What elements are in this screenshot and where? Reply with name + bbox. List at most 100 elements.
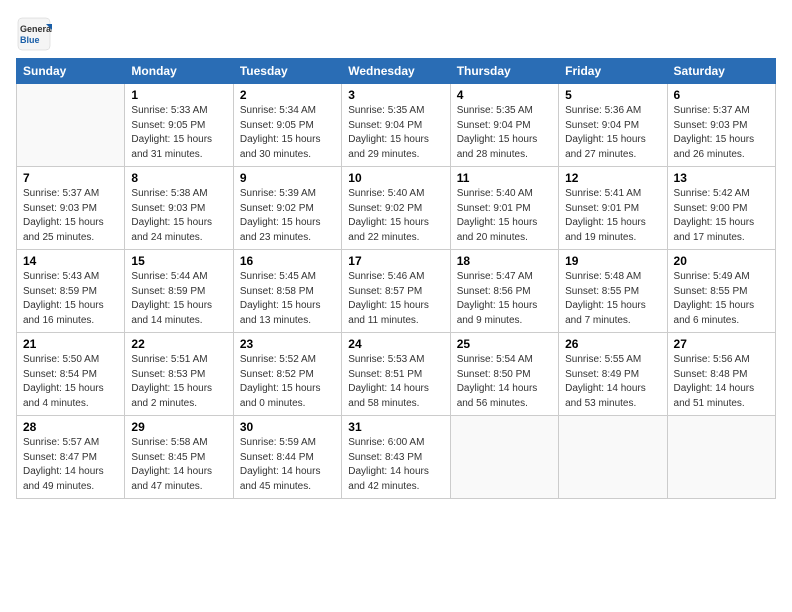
- calendar-cell: 16Sunrise: 5:45 AM Sunset: 8:58 PM Dayli…: [233, 250, 341, 333]
- day-number: 26: [565, 337, 660, 351]
- day-number: 18: [457, 254, 552, 268]
- day-info: Sunrise: 5:37 AM Sunset: 9:03 PM Dayligh…: [674, 104, 769, 162]
- day-number: 1: [131, 88, 226, 102]
- day-info: Sunrise: 5:58 AM Sunset: 8:45 PM Dayligh…: [131, 436, 226, 494]
- calendar-cell: 7 Sunrise: 5:37 AM Sunset: 9:03 PM Daylig…: [17, 167, 125, 250]
- day-number: 10: [348, 171, 443, 185]
- day-header-friday: Friday: [559, 59, 667, 84]
- day-header-monday: Monday: [125, 59, 233, 84]
- calendar-cell: 25 Sunrise: 5:54 AM Sunset: 8:50 PM Dayli…: [450, 333, 558, 416]
- page-header: General Blue: [16, 16, 776, 52]
- day-number: 24: [348, 337, 443, 351]
- calendar-cell: 14 Sunrise: 5:43 AM Sunset: 8:59 PM Dayli…: [17, 250, 125, 333]
- day-info: Sunrise: 5:40 AM Sunset: 9:01 PM Dayligh…: [457, 187, 552, 245]
- calendar-cell: 3Sunrise: 5:35 AM Sunset: 9:04 PM Daylig…: [342, 84, 450, 167]
- day-info: Sunrise: 5:52 AM Sunset: 8:52 PM Dayligh…: [240, 353, 335, 411]
- calendar-cell: 4Sunrise: 5:35 AM Sunset: 9:04 PM Daylig…: [450, 84, 558, 167]
- calendar-cell: [559, 416, 667, 499]
- day-number: 11: [457, 171, 552, 185]
- calendar-cell: [17, 84, 125, 167]
- day-info: Sunrise: 5:43 AM Sunset: 8:59 PM Dayligh…: [23, 270, 118, 328]
- day-number: 9: [240, 171, 335, 185]
- day-number: 17: [348, 254, 443, 268]
- calendar-cell: 24 Sunrise: 5:53 AM Sunset: 8:51 PM Dayli…: [342, 333, 450, 416]
- day-number: 20: [674, 254, 769, 268]
- day-number: 5: [565, 88, 660, 102]
- day-info: Sunrise: 5:39 AM Sunset: 9:02 PM Dayligh…: [240, 187, 335, 245]
- day-number: 28: [23, 420, 118, 434]
- calendar-week-row: 14 Sunrise: 5:43 AM Sunset: 8:59 PM Dayli…: [17, 250, 776, 333]
- calendar-cell: 12 Sunrise: 5:41 AM Sunset: 9:01 PM Dayli…: [559, 167, 667, 250]
- day-number: 31: [348, 420, 443, 434]
- day-info: Sunrise: 5:34 AM Sunset: 9:05 PM Dayligh…: [240, 104, 335, 162]
- calendar-cell: 30 Sunrise: 5:59 AM Sunset: 8:44 PM Dayli…: [233, 416, 341, 499]
- calendar-week-row: 1Sunrise: 5:33 AM Sunset: 9:05 PM Daylig…: [17, 84, 776, 167]
- calendar-cell: 8Sunrise: 5:38 AM Sunset: 9:03 PM Daylig…: [125, 167, 233, 250]
- day-number: 7: [23, 171, 118, 185]
- calendar-cell: 6 Sunrise: 5:37 AM Sunset: 9:03 PM Daylig…: [667, 84, 775, 167]
- day-info: Sunrise: 5:42 AM Sunset: 9:00 PM Dayligh…: [674, 187, 769, 245]
- day-info: Sunrise: 5:45 AM Sunset: 8:58 PM Dayligh…: [240, 270, 335, 328]
- day-number: 13: [674, 171, 769, 185]
- logo-icon: General Blue: [16, 16, 52, 52]
- calendar-cell: 13 Sunrise: 5:42 AM Sunset: 9:00 PM Dayli…: [667, 167, 775, 250]
- day-info: Sunrise: 5:48 AM Sunset: 8:55 PM Dayligh…: [565, 270, 660, 328]
- day-number: 2: [240, 88, 335, 102]
- day-info: Sunrise: 6:00 AM Sunset: 8:43 PM Dayligh…: [348, 436, 443, 494]
- calendar-cell: 29 Sunrise: 5:58 AM Sunset: 8:45 PM Dayli…: [125, 416, 233, 499]
- calendar-cell: 11 Sunrise: 5:40 AM Sunset: 9:01 PM Dayli…: [450, 167, 558, 250]
- day-info: Sunrise: 5:59 AM Sunset: 8:44 PM Dayligh…: [240, 436, 335, 494]
- day-info: Sunrise: 5:55 AM Sunset: 8:49 PM Dayligh…: [565, 353, 660, 411]
- day-header-thursday: Thursday: [450, 59, 558, 84]
- calendar-cell: 22 Sunrise: 5:51 AM Sunset: 8:53 PM Dayli…: [125, 333, 233, 416]
- day-number: 22: [131, 337, 226, 351]
- calendar-cell: 18Sunrise: 5:47 AM Sunset: 8:56 PM Dayli…: [450, 250, 558, 333]
- day-number: 27: [674, 337, 769, 351]
- calendar-cell: 2 Sunrise: 5:34 AM Sunset: 9:05 PM Daylig…: [233, 84, 341, 167]
- day-header-sunday: Sunday: [17, 59, 125, 84]
- day-info: Sunrise: 5:41 AM Sunset: 9:01 PM Dayligh…: [565, 187, 660, 245]
- day-number: 30: [240, 420, 335, 434]
- day-info: Sunrise: 5:50 AM Sunset: 8:54 PM Dayligh…: [23, 353, 118, 411]
- calendar-cell: 31 Sunrise: 6:00 AM Sunset: 8:43 PM Dayli…: [342, 416, 450, 499]
- svg-text:General: General: [20, 24, 52, 34]
- calendar-cell: 10Sunrise: 5:40 AM Sunset: 9:02 PM Dayli…: [342, 167, 450, 250]
- calendar-cell: 26 Sunrise: 5:55 AM Sunset: 8:49 PM Dayli…: [559, 333, 667, 416]
- calendar-cell: 23 Sunrise: 5:52 AM Sunset: 8:52 PM Dayli…: [233, 333, 341, 416]
- day-number: 14: [23, 254, 118, 268]
- day-info: Sunrise: 5:44 AM Sunset: 8:59 PM Dayligh…: [131, 270, 226, 328]
- day-number: 25: [457, 337, 552, 351]
- day-info: Sunrise: 5:36 AM Sunset: 9:04 PM Dayligh…: [565, 104, 660, 162]
- calendar-cell: 27 Sunrise: 5:56 AM Sunset: 8:48 PM Dayli…: [667, 333, 775, 416]
- day-number: 15: [131, 254, 226, 268]
- logo: General Blue: [16, 16, 52, 52]
- day-number: 29: [131, 420, 226, 434]
- calendar-cell: 1Sunrise: 5:33 AM Sunset: 9:05 PM Daylig…: [125, 84, 233, 167]
- day-number: 6: [674, 88, 769, 102]
- day-info: Sunrise: 5:51 AM Sunset: 8:53 PM Dayligh…: [131, 353, 226, 411]
- day-header-wednesday: Wednesday: [342, 59, 450, 84]
- calendar-cell: [450, 416, 558, 499]
- day-header-tuesday: Tuesday: [233, 59, 341, 84]
- day-info: Sunrise: 5:56 AM Sunset: 8:48 PM Dayligh…: [674, 353, 769, 411]
- calendar-cell: 20Sunrise: 5:49 AM Sunset: 8:55 PM Dayli…: [667, 250, 775, 333]
- svg-text:Blue: Blue: [20, 35, 40, 45]
- day-number: 23: [240, 337, 335, 351]
- calendar-week-row: 28Sunrise: 5:57 AM Sunset: 8:47 PM Dayli…: [17, 416, 776, 499]
- day-info: Sunrise: 5:46 AM Sunset: 8:57 PM Dayligh…: [348, 270, 443, 328]
- day-info: Sunrise: 5:54 AM Sunset: 8:50 PM Dayligh…: [457, 353, 552, 411]
- day-info: Sunrise: 5:53 AM Sunset: 8:51 PM Dayligh…: [348, 353, 443, 411]
- calendar-cell: 5 Sunrise: 5:36 AM Sunset: 9:04 PM Daylig…: [559, 84, 667, 167]
- calendar-cell: [667, 416, 775, 499]
- day-number: 8: [131, 171, 226, 185]
- calendar-cell: 28Sunrise: 5:57 AM Sunset: 8:47 PM Dayli…: [17, 416, 125, 499]
- calendar-cell: 15 Sunrise: 5:44 AM Sunset: 8:59 PM Dayli…: [125, 250, 233, 333]
- day-info: Sunrise: 5:37 AM Sunset: 9:03 PM Dayligh…: [23, 187, 118, 245]
- calendar-cell: 9 Sunrise: 5:39 AM Sunset: 9:02 PM Daylig…: [233, 167, 341, 250]
- calendar-table: SundayMondayTuesdayWednesdayThursdayFrid…: [16, 58, 776, 499]
- calendar-header-row: SundayMondayTuesdayWednesdayThursdayFrid…: [17, 59, 776, 84]
- day-number: 3: [348, 88, 443, 102]
- day-number: 12: [565, 171, 660, 185]
- calendar-cell: 19Sunrise: 5:48 AM Sunset: 8:55 PM Dayli…: [559, 250, 667, 333]
- calendar-cell: 21Sunrise: 5:50 AM Sunset: 8:54 PM Dayli…: [17, 333, 125, 416]
